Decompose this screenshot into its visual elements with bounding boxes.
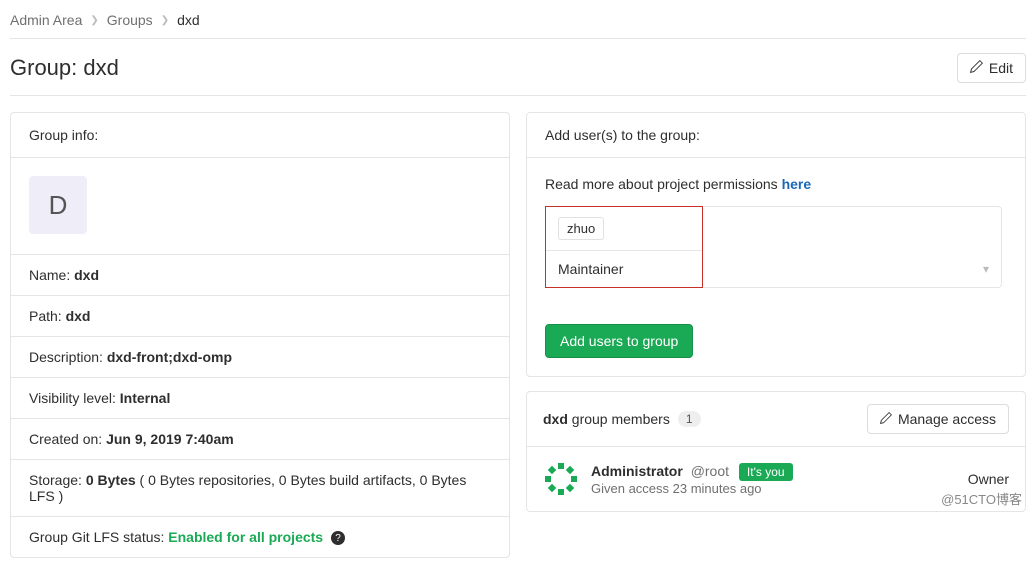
member-name[interactable]: Administrator (591, 463, 683, 479)
info-storage: Storage: 0 Bytes ( 0 Bytes repositories,… (11, 459, 509, 516)
page-title: Group: dxd (10, 55, 119, 81)
breadcrumb-admin[interactable]: Admin Area (10, 12, 82, 28)
user-token[interactable]: zhuo (558, 217, 604, 240)
breadcrumb: Admin Area ❯ Groups ❯ dxd (10, 8, 1026, 39)
add-users-button[interactable]: Add users to group (545, 324, 693, 358)
permissions-link[interactable]: here (782, 176, 812, 192)
member-handle: @root (691, 463, 729, 479)
chevron-right-icon: ❯ (161, 15, 169, 26)
watermark: @51CTO博客 (941, 489, 1022, 508)
highlighted-inputs: zhuo Maintainer ▾ (545, 206, 703, 288)
member-access-time: Given access 23 minutes ago (591, 481, 956, 496)
role-select[interactable]: Maintainer ▾ (546, 251, 702, 287)
edit-button[interactable]: Edit (957, 53, 1026, 83)
info-created: Created on: Jun 9, 2019 7:40am (11, 418, 509, 459)
permissions-text: Read more about project permissions here (545, 176, 1007, 192)
breadcrumb-groups[interactable]: Groups (107, 12, 153, 28)
add-users-header: Add user(s) to the group: (527, 113, 1025, 158)
user-select[interactable]: zhuo (546, 207, 702, 251)
members-count-badge: 1 (678, 411, 701, 427)
group-info-card: Group info: D Name: dxd Path: dxd Descri… (10, 112, 510, 558)
chevron-down-icon: ▾ (983, 262, 989, 276)
breadcrumb-current: dxd (177, 12, 200, 28)
info-description: Description: dxd-front;dxd-omp (11, 336, 509, 377)
pencil-icon (880, 411, 892, 427)
add-users-card: Add user(s) to the group: Read more abou… (526, 112, 1026, 377)
member-role: Owner (968, 471, 1009, 487)
manage-access-button[interactable]: Manage access (867, 404, 1009, 434)
info-visibility: Visibility level: Internal (11, 377, 509, 418)
group-avatar: D (29, 176, 87, 234)
its-you-badge: It's you (739, 463, 793, 481)
members-title: dxd group members 1 (543, 411, 701, 427)
pencil-icon (970, 60, 983, 76)
chevron-right-icon: ❯ (90, 15, 98, 26)
avatar (543, 461, 579, 497)
group-info-header: Group info: (11, 113, 509, 158)
info-name: Name: dxd (11, 254, 509, 295)
info-lfs: Group Git LFS status: Enabled for all pr… (11, 516, 509, 557)
info-path: Path: dxd (11, 295, 509, 336)
help-icon[interactable]: ? (331, 531, 345, 545)
